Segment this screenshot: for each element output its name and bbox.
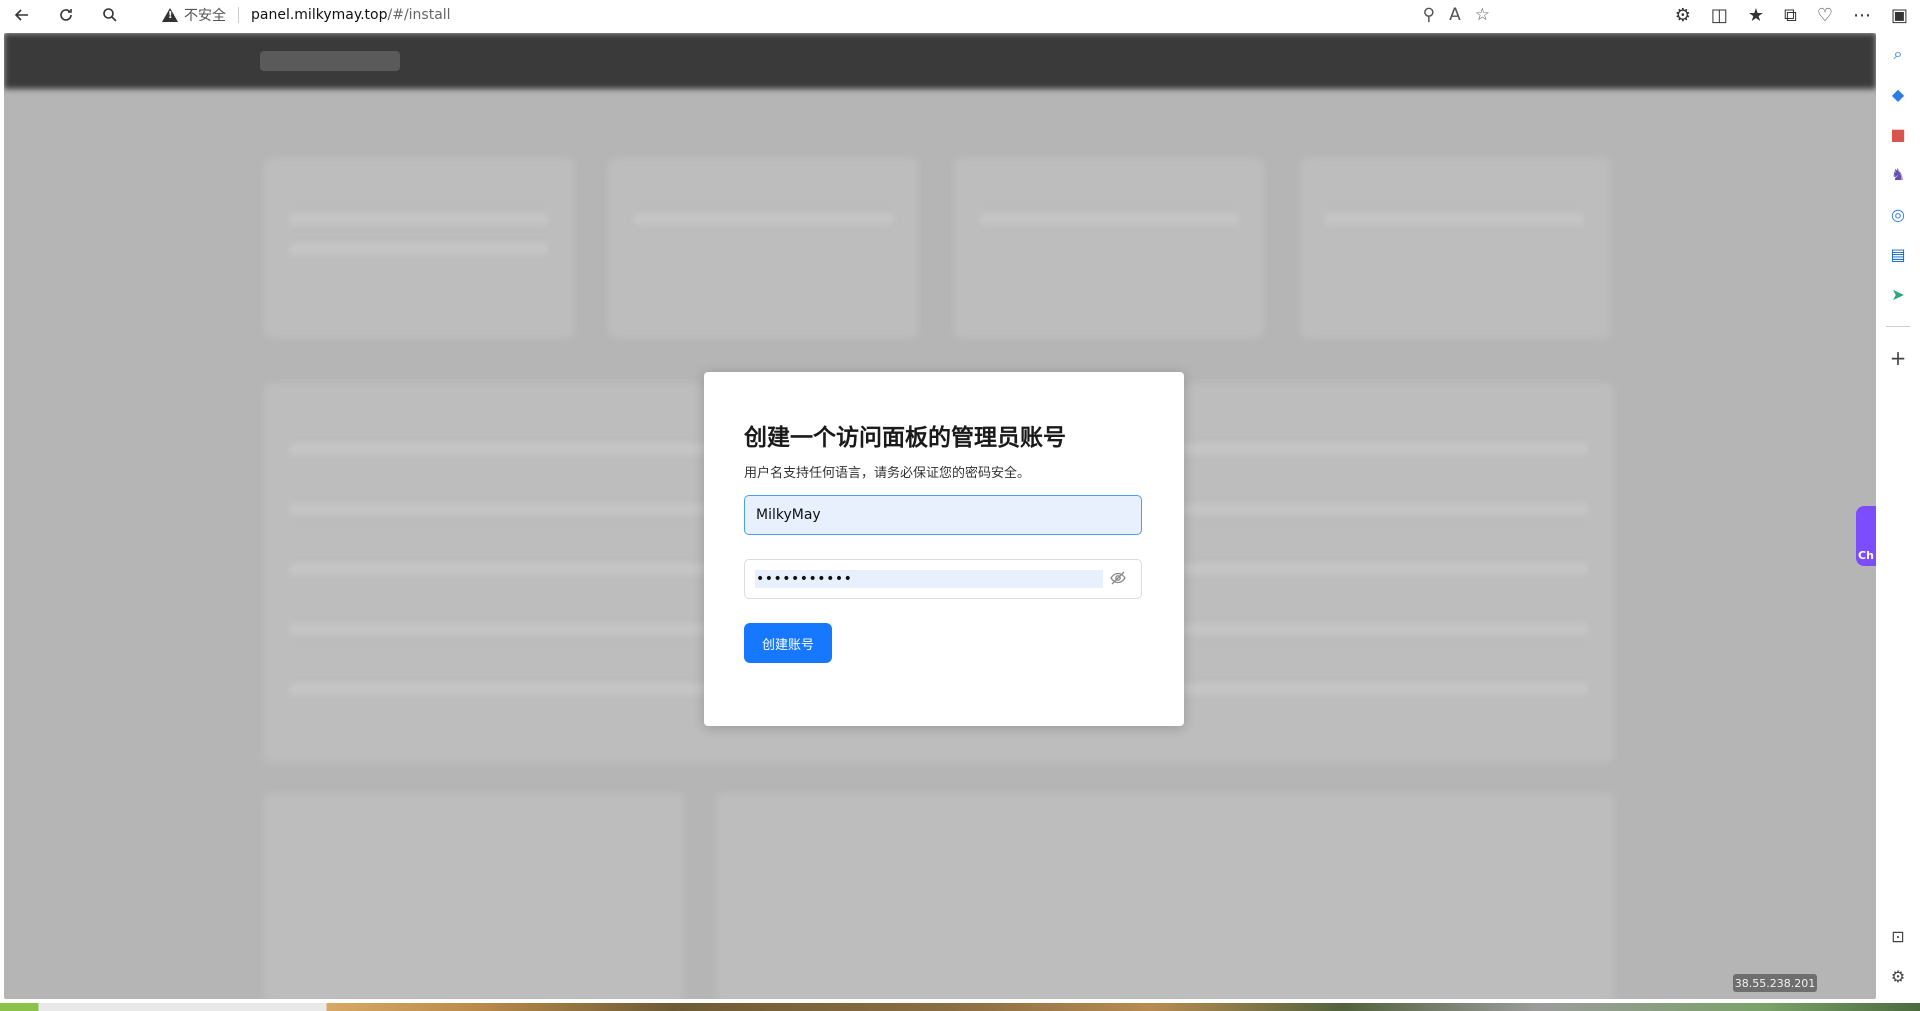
url-path: /#/install: [387, 7, 451, 23]
address-separator: [238, 7, 239, 23]
blurred-card: [608, 158, 918, 338]
username-field[interactable]: MilkyMay: [744, 495, 1142, 535]
address-icons: ⚲ A ☆: [1423, 3, 1496, 27]
refresh-icon[interactable]: [44, 0, 88, 30]
outlook-icon[interactable]: ▤: [1888, 244, 1908, 264]
warning-icon: [162, 8, 178, 22]
sidebar-toggle-icon[interactable]: ▣: [1891, 5, 1908, 26]
blurred-line: [979, 213, 1239, 225]
blurred-line: [634, 213, 894, 225]
address-bar[interactable]: 不安全 panel.milkymay.top/#/install ⚲ A ☆: [146, 3, 1496, 27]
search-icon[interactable]: [88, 0, 132, 30]
screenshot-icon[interactable]: ⊡: [1888, 926, 1908, 946]
drop-send-icon[interactable]: ➤: [1888, 284, 1908, 304]
shopping-tag-icon[interactable]: ◆: [1888, 84, 1908, 104]
security-warning[interactable]: 不安全: [146, 5, 226, 25]
blurred-panel: [264, 793, 684, 999]
blurred-line: [289, 213, 549, 225]
back-arrow-icon[interactable]: [0, 0, 44, 30]
side-floating-tab[interactable]: Ch: [1856, 506, 1876, 566]
url-host: panel.milkymay.top: [251, 7, 388, 23]
games-icon[interactable]: ♞: [1888, 164, 1908, 184]
blurred-line: [289, 243, 549, 255]
split-screen-icon[interactable]: ◫: [1711, 5, 1728, 26]
search-icon[interactable]: ⌕: [1888, 44, 1908, 64]
add-icon[interactable]: +: [1888, 346, 1908, 370]
modal-title: 创建一个访问面板的管理员账号: [744, 425, 1066, 451]
page-viewport: 创建一个访问面板的管理员账号 用户名支持任何语言，请务必保证您的密码安全。 Mi…: [4, 33, 1876, 999]
blurred-line: [1324, 213, 1584, 225]
create-account-button[interactable]: 创建账号: [744, 623, 832, 663]
settings-gear-icon[interactable]: ⚙: [1888, 966, 1908, 986]
edge-sidebar: ⌕ ◆ ■ ♞ ◎ ▤ ➤ + ⊡ ⚙: [1876, 30, 1920, 1011]
blurred-card: [954, 158, 1264, 338]
security-label: 不安全: [184, 8, 226, 24]
more-menu-icon[interactable]: ⋯: [1853, 5, 1871, 26]
performance-icon[interactable]: ♡: [1817, 5, 1833, 26]
install-modal: 创建一个访问面板的管理员账号 用户名支持任何语言，请务必保证您的密码安全。 Mi…: [704, 372, 1184, 726]
password-value: •••••••••••: [755, 570, 1103, 588]
collections-icon[interactable]: ⧉: [1784, 5, 1797, 26]
extensions-icon[interactable]: ⚙: [1675, 5, 1691, 26]
taskbar-strip: [0, 1003, 1920, 1011]
password-field[interactable]: •••••••••••: [744, 559, 1142, 599]
username-value: MilkyMay: [756, 507, 821, 523]
favorites-icon[interactable]: ★: [1748, 5, 1764, 26]
read-aloud-icon[interactable]: A: [1449, 5, 1461, 25]
browser-toolbar: 不安全 panel.milkymay.top/#/install ⚲ A ☆ ⚙…: [0, 0, 1920, 30]
tools-briefcase-icon[interactable]: ■: [1888, 124, 1908, 144]
browser-tools: ⚙ ◫ ★ ⧉ ♡ ⋯ ▣: [1675, 0, 1920, 30]
key-icon[interactable]: ⚲: [1423, 5, 1435, 25]
blurred-panel: [716, 793, 1614, 999]
favorite-star-icon[interactable]: ☆: [1475, 5, 1490, 25]
ip-badge: 38.55.238.201: [1733, 974, 1817, 992]
blurred-card: [1300, 158, 1610, 338]
eye-off-icon[interactable]: [1109, 570, 1131, 588]
copilot-icon[interactable]: ◎: [1888, 204, 1908, 224]
modal-subtitle: 用户名支持任何语言，请务必保证您的密码安全。: [744, 466, 1031, 481]
blurred-logo: [260, 51, 400, 71]
rail-divider: [1886, 326, 1910, 327]
